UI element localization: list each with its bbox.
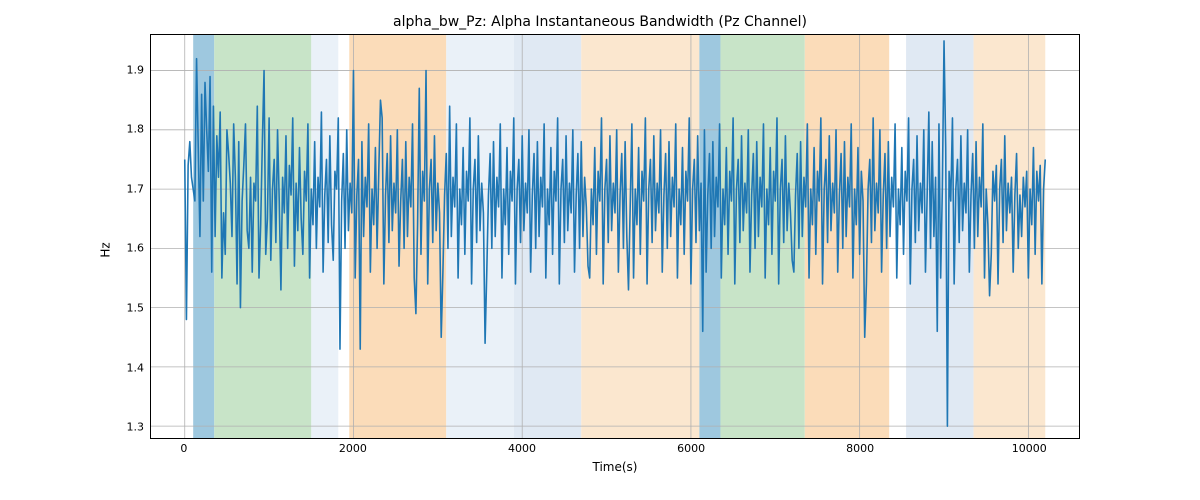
x-tick-label: 6000 bbox=[677, 442, 705, 455]
x-tick-label: 10000 bbox=[1012, 442, 1047, 455]
plot-svg bbox=[151, 35, 1079, 438]
y-tick-label: 1.5 bbox=[106, 301, 144, 314]
background-band bbox=[514, 35, 581, 438]
x-tick-label: 4000 bbox=[508, 442, 536, 455]
figure: alpha_bw_Pz: Alpha Instantaneous Bandwid… bbox=[0, 0, 1200, 500]
y-tick-label: 1.4 bbox=[106, 361, 144, 374]
background-band bbox=[446, 35, 513, 438]
x-axis-label: Time(s) bbox=[150, 460, 1080, 474]
background-band bbox=[699, 35, 720, 438]
plot-area bbox=[150, 34, 1080, 439]
x-tick-label: 0 bbox=[180, 442, 187, 455]
background-band bbox=[720, 35, 804, 438]
chart-title: alpha_bw_Pz: Alpha Instantaneous Bandwid… bbox=[0, 14, 1200, 30]
x-tick-label: 2000 bbox=[339, 442, 367, 455]
y-tick-label: 1.3 bbox=[106, 421, 144, 434]
x-tick-label: 8000 bbox=[846, 442, 874, 455]
y-tick-label: 1.6 bbox=[106, 242, 144, 255]
y-tick-label: 1.9 bbox=[106, 63, 144, 76]
background-band bbox=[805, 35, 889, 438]
y-tick-label: 1.7 bbox=[106, 182, 144, 195]
y-tick-label: 1.8 bbox=[106, 123, 144, 136]
